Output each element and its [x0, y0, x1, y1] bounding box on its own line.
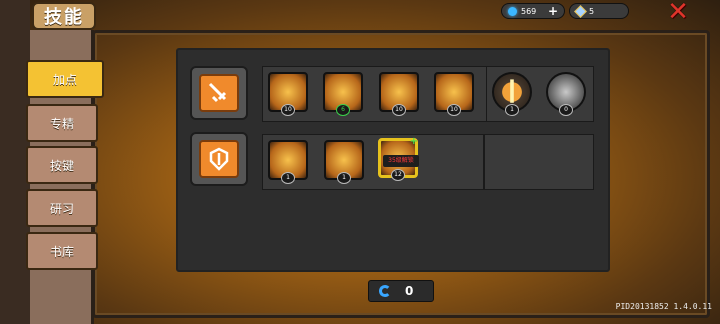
- skill-points: 0: [368, 280, 434, 302]
- tab-label: 加点: [52, 72, 77, 87]
- skill-level-badge: 10: [447, 104, 461, 116]
- tab-add-points[interactable]: 加点: [26, 60, 104, 98]
- version-label: PID20131852 1.4.0.11: [615, 302, 712, 311]
- tab-label: 专精: [49, 116, 74, 131]
- skill-slot[interactable]: 1: [492, 72, 532, 116]
- category-defense-button[interactable]: [190, 132, 248, 186]
- skill-level-badge: 10: [392, 104, 406, 116]
- gem-counter: 569 +: [501, 3, 565, 19]
- skill-panel: 10 6 10 10 1 0 1 1 + 35级解锁 12: [176, 48, 610, 272]
- skill-level-badge: 1: [337, 172, 351, 184]
- skill-level-badge: 1: [281, 172, 295, 184]
- skill-slot[interactable]: 1: [324, 140, 364, 184]
- stone-count: 5: [589, 6, 595, 16]
- skill-point-icon: [379, 285, 391, 297]
- skill-slot[interactable]: 10: [434, 72, 474, 116]
- close-button[interactable]: ✕: [666, 0, 690, 25]
- stone-counter: 5: [569, 3, 629, 19]
- gem-icon: [508, 6, 517, 16]
- tab-study[interactable]: 研习: [26, 189, 98, 227]
- tab-library[interactable]: 书库: [26, 232, 98, 270]
- tab-label: 书库: [49, 244, 74, 259]
- unlock-requirement: 35级解锁: [383, 155, 419, 167]
- skill-points-value: 0: [405, 284, 414, 298]
- tab-specialization[interactable]: 专精: [26, 104, 98, 142]
- skill-slot-locked[interactable]: + 35级解锁 12: [378, 136, 419, 181]
- sword-icon: [199, 74, 239, 112]
- upgrade-plus-icon: +: [409, 136, 418, 147]
- skill-level-badge: 1: [505, 104, 519, 116]
- skill-slot[interactable]: 10: [268, 72, 308, 116]
- tab-keybinds[interactable]: 按键: [26, 146, 98, 184]
- skill-level-badge: 12: [391, 169, 405, 181]
- shield-sword-icon: [199, 140, 239, 178]
- tab-label: 研习: [49, 201, 74, 216]
- skill-level-badge: 0: [559, 104, 573, 116]
- skill-slot[interactable]: 10: [379, 72, 419, 116]
- category-attack-button[interactable]: [190, 66, 248, 120]
- page-title: 技能: [32, 2, 96, 30]
- skill-level-badge: 10: [281, 104, 295, 116]
- skill-slot[interactable]: 6: [323, 72, 363, 116]
- skill-level-badge: 6: [336, 104, 350, 116]
- gem-count: 569: [521, 6, 537, 16]
- skill-row-track: [484, 134, 594, 190]
- stone-icon: [574, 4, 587, 18]
- skill-slot[interactable]: 1: [268, 140, 308, 184]
- add-gems-button[interactable]: +: [548, 4, 558, 18]
- skill-slot[interactable]: 0: [546, 72, 586, 116]
- tab-label: 按键: [49, 158, 74, 173]
